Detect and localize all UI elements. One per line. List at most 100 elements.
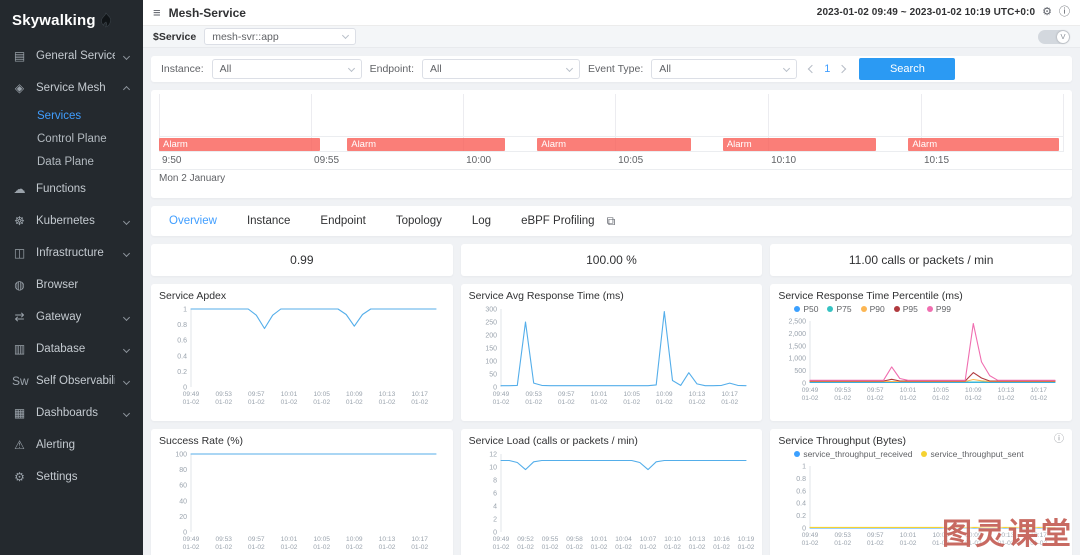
stat-load: 11.00 calls or packets / min — [770, 244, 1072, 276]
legend-item-p99[interactable]: P99 — [926, 304, 951, 314]
instance-select[interactable]: All — [211, 59, 362, 79]
timeline-plot: Alarm Alarm Alarm Alarm Alarm — [159, 94, 1064, 152]
svg-text:09:53: 09:53 — [525, 391, 542, 398]
chart-info-icon[interactable]: ⓘ — [1054, 435, 1064, 445]
sidebar-item-label: Functions — [36, 183, 86, 195]
gear-icon[interactable]: ⚙ — [1042, 7, 1052, 18]
alarm-bar[interactable]: Alarm — [722, 138, 876, 151]
sidebar-item-general-service[interactable]: ▤ General Service — [0, 40, 143, 72]
sidebar-item-label: Dashboards — [36, 407, 99, 419]
service-select[interactable]: mesh-svr::app — [204, 28, 357, 45]
sidebar-item-dashboards[interactable]: ▦ Dashboards — [0, 397, 143, 429]
page-prev-icon[interactable] — [808, 64, 817, 74]
svg-text:09:49: 09:49 — [802, 532, 819, 539]
svg-text:200: 200 — [485, 333, 497, 340]
chevron-down-icon — [122, 377, 131, 385]
functions-icon: ☁ — [13, 182, 26, 196]
sidebar-item-kubernetes[interactable]: ☸ Kubernetes — [0, 205, 143, 237]
tab-overview[interactable]: Overview — [169, 215, 217, 227]
chart-canvas[interactable]: 0 0.2 0.4 0.6 0.8 1 09:49 01-02 09:53 01-02 09:57 0… — [159, 304, 445, 408]
sidebar-item-services[interactable]: Services — [0, 104, 143, 127]
timeline-date: Mon 2 January — [151, 169, 1072, 184]
sidebar-item-functions[interactable]: ☁ Functions — [0, 173, 143, 205]
search-button[interactable]: Search — [859, 58, 956, 80]
chart-svg: 05001,0001,5002,0002,50009:4901-0209:530… — [789, 319, 1056, 402]
sidebar-item-settings[interactable]: ⚙ Settings — [0, 461, 143, 493]
sidebar-item-self-observability[interactable]: Sw Self Observability — [0, 365, 143, 397]
page-number[interactable]: 1 — [824, 63, 830, 75]
alarm-bar[interactable]: Alarm — [347, 138, 505, 151]
legend-label: service_throughput_sent — [930, 449, 1024, 459]
svg-text:01-02: 01-02 — [492, 544, 509, 551]
svg-text:10:09: 10:09 — [656, 391, 673, 398]
page-title: Mesh-Service — [168, 5, 246, 20]
sidebar-item-service-mesh[interactable]: ◈ Service Mesh — [0, 72, 143, 104]
tab-endpoint[interactable]: Endpoint — [320, 215, 365, 227]
svg-text:01-02: 01-02 — [688, 544, 705, 551]
svg-text:09:53: 09:53 — [835, 387, 852, 394]
svg-text:10:17: 10:17 — [721, 391, 738, 398]
legend-dot — [827, 306, 834, 312]
instance-select-value: All — [219, 63, 232, 75]
chart-canvas[interactable]: 0 2 4 6 8 10 12 09:49 01-02 09:52 01-02 09:55 01-02 0… — [469, 449, 755, 553]
info-icon[interactable]: ⓘ — [1059, 7, 1070, 18]
endpoint-select[interactable]: All — [422, 59, 580, 79]
svg-text:10:13: 10:13 — [998, 532, 1015, 539]
sidebar-item-database[interactable]: ▥ Database — [0, 333, 143, 365]
chart-legend: P50 P75 P90 P95 P99 — [794, 304, 1064, 314]
skywalking-logo[interactable]: Skywalking — [0, 0, 143, 40]
tab-ebpf-profiling[interactable]: eBPF Profiling — [521, 215, 595, 227]
chevron-down-icon — [122, 249, 131, 257]
svg-text:1: 1 — [802, 464, 806, 471]
tab-instance[interactable]: Instance — [247, 215, 290, 227]
legend-item-service-throughput-sent[interactable]: service_throughput_sent — [921, 449, 1024, 459]
sidebar-item-control-plane[interactable]: Control Plane — [0, 127, 143, 150]
legend-item-p90[interactable]: P90 — [860, 304, 885, 314]
stat-value: 11.00 calls or packets / min — [848, 253, 994, 267]
sidebar-item-infrastructure[interactable]: ◫ Infrastructure — [0, 237, 143, 269]
service-select-value: mesh-svr::app — [212, 30, 279, 43]
sidebar-item-data-plane[interactable]: Data Plane — [0, 150, 143, 173]
legend-item-p95[interactable]: P95 — [893, 304, 918, 314]
profiling-report-icon[interactable]: ⧉ — [607, 214, 616, 229]
sidebar-item-gateway[interactable]: ⇄ Gateway — [0, 301, 143, 333]
chart-canvas[interactable]: 0 500 1,000 1,500 2,000 2,500 09:49 01-02 09:53 0… — [778, 316, 1064, 404]
svg-text:01-02: 01-02 — [248, 399, 265, 406]
menu-icon[interactable]: ≡ — [153, 6, 161, 19]
sidebar-item-browser[interactable]: ◍ Browser — [0, 269, 143, 301]
legend-label: P75 — [836, 304, 852, 314]
version-toggle[interactable]: V — [1038, 29, 1070, 44]
svg-text:8: 8 — [493, 478, 497, 485]
sidebar-item-label: Settings — [36, 471, 78, 483]
alarm-bar[interactable]: Alarm — [159, 138, 321, 151]
svg-text:01-02: 01-02 — [802, 395, 819, 402]
svg-text:09:49: 09:49 — [492, 536, 509, 543]
legend-item-p75[interactable]: P75 — [827, 304, 852, 314]
chart-canvas[interactable]: 0 0.2 0.4 0.6 0.8 1 09:49 01-02 09:53 01-02 09:57 0… — [778, 461, 1064, 549]
svg-text:10:05: 10:05 — [623, 391, 640, 398]
svg-text:01-02: 01-02 — [998, 395, 1015, 402]
legend-item-p50[interactable]: P50 — [794, 304, 818, 314]
svg-text:09:49: 09:49 — [802, 387, 819, 394]
alarm-bar[interactable]: Alarm — [908, 138, 1060, 151]
svg-text:10:17: 10:17 — [1031, 387, 1048, 394]
event-type-select[interactable]: All — [651, 59, 798, 79]
tab-log[interactable]: Log — [472, 215, 491, 227]
chart-canvas[interactable]: 0 50 100 150 200 250 300 09:49 01-02 09:53 01-02 09… — [469, 304, 755, 408]
chart-svg: 05010015020025030009:4901-0209:5301-0209… — [485, 307, 747, 406]
time-range[interactable]: 2023-01-02 09:49 ~ 2023-01-02 10:19 UTC+… — [817, 7, 1035, 18]
svg-text:10:05: 10:05 — [933, 532, 950, 539]
chart-canvas[interactable]: 0 20 40 60 80 100 09:49 01-02 09:53 01-02 09:57 01-… — [159, 449, 445, 553]
alarm-bar[interactable]: Alarm — [537, 138, 692, 151]
sidebar-item-alerting[interactable]: ⚠ Alerting — [0, 429, 143, 461]
legend-item-service-throughput-received[interactable]: service_throughput_received — [794, 449, 912, 459]
sidebar-item-label: General Service — [36, 50, 115, 62]
tabs-panel: Overview Instance Endpoint Topology Log eBPF … — [151, 206, 1072, 236]
svg-text:09:57: 09:57 — [248, 391, 265, 398]
svg-text:01-02: 01-02 — [313, 399, 330, 406]
tab-topology[interactable]: Topology — [396, 215, 442, 227]
svg-text:1,000: 1,000 — [789, 356, 807, 363]
page-next-icon[interactable] — [838, 64, 847, 74]
stat-value: 0.99 — [290, 253, 314, 267]
chart-service-throughput: Service Throughput (Bytes) ⓘ service_thr… — [770, 429, 1072, 555]
